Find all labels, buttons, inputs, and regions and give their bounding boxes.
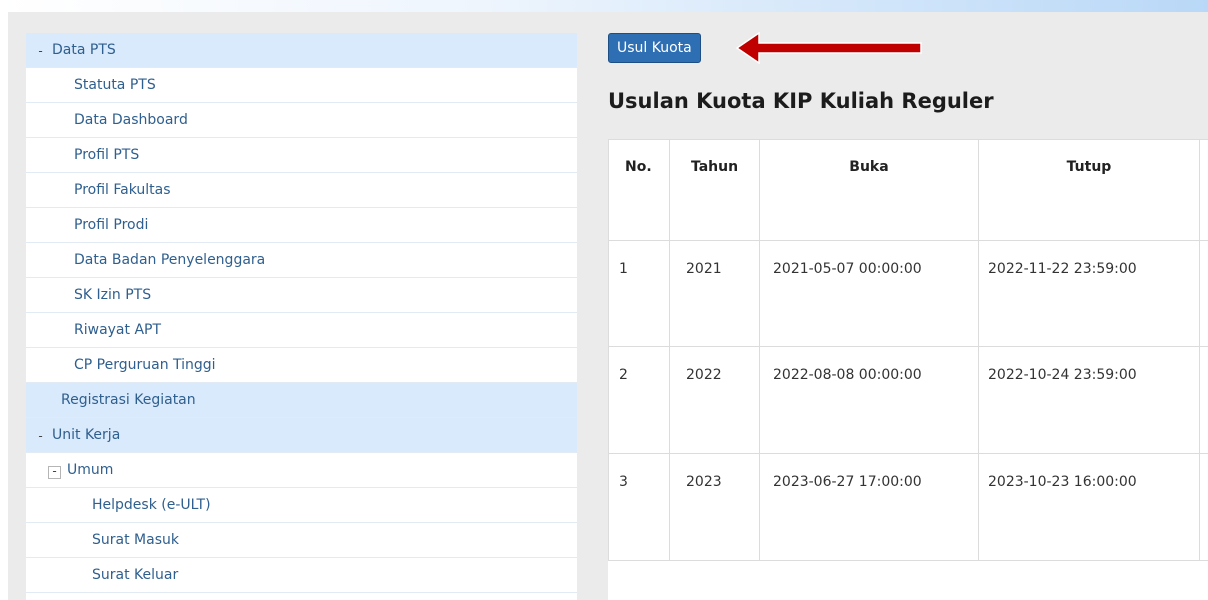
sidebar-item-surat-masuk[interactable]: Surat Masuk: [26, 523, 577, 558]
collapse-icon[interactable]: -: [35, 45, 46, 58]
sidebar-item-label: Surat Masuk: [92, 532, 179, 548]
sidebar-item-cp-perguruan-tinggi[interactable]: CP Perguruan Tinggi: [26, 348, 577, 383]
red-arrow-icon: [735, 31, 922, 65]
table-row: 3 2023 2023-06-27 17:00:00 2023-10-23 16…: [608, 453, 1208, 561]
cell-tahun: 2021: [669, 240, 760, 347]
table-row: 2 2022 2022-08-08 00:00:00 2022-10-24 23…: [608, 346, 1208, 454]
kuota-table-container: No. Tahun Buka Tutup 1 2021 2021-05-07 0…: [608, 139, 1208, 600]
sidebar-item-label: Profil PTS: [74, 147, 140, 163]
kuota-table: No. Tahun Buka Tutup 1 2021 2021-05-07 0…: [608, 139, 1208, 561]
sidebar-item-label: SK Izin PTS: [74, 287, 152, 303]
sidebar-item-umum[interactable]: - Umum: [26, 453, 577, 488]
sidebar-item-profil-fakultas[interactable]: Profil Fakultas: [26, 173, 577, 208]
collapse-icon[interactable]: -: [48, 465, 61, 479]
cell-extra: [1199, 453, 1208, 561]
cell-tahun: 2022: [669, 346, 760, 454]
cell-tutup: 2022-11-22 23:59:00: [978, 240, 1200, 347]
cell-no: 3: [608, 453, 670, 561]
sidebar-nav: - Data PTS Statuta PTS Data Dashboard Pro…: [26, 33, 577, 600]
column-header-no: No.: [608, 139, 670, 241]
sidebar-item-data-badan-penyelenggara[interactable]: Data Badan Penyelenggara: [26, 243, 577, 278]
table-row: 1 2021 2021-05-07 00:00:00 2022-11-22 23…: [608, 240, 1208, 347]
sidebar-item-label: Profil Prodi: [74, 217, 149, 233]
sidebar-item-unit-kerja[interactable]: - Unit Kerja: [26, 418, 577, 453]
sidebar-item-label: Data PTS: [52, 42, 116, 58]
sidebar-item-helpdesk[interactable]: Helpdesk (e-ULT): [26, 488, 577, 523]
sidebar-item-label: CP Perguruan Tinggi: [74, 357, 216, 373]
cell-tutup: 2023-10-23 16:00:00: [978, 453, 1200, 561]
cell-no: 2: [608, 346, 670, 454]
cell-no: 1: [608, 240, 670, 347]
arrow-shape: [735, 31, 922, 65]
sidebar-item-label: Data Dashboard: [74, 112, 188, 128]
column-header-tutup: Tutup: [978, 139, 1200, 241]
sidebar-item-label: Surat Keluar: [92, 567, 179, 583]
sidebar-item-riwayat-apt[interactable]: Riwayat APT: [26, 313, 577, 348]
sidebar-item-registrasi-kegiatan[interactable]: Registrasi Kegiatan: [26, 383, 577, 418]
sidebar-item-label: Statuta PTS: [74, 77, 156, 93]
cell-buka: 2023-06-27 17:00:00: [759, 453, 979, 561]
sidebar-item-data-pts[interactable]: - Data PTS: [26, 33, 577, 68]
sidebar-item-data-dashboard[interactable]: Data Dashboard: [26, 103, 577, 138]
table-header-row: No. Tahun Buka Tutup: [608, 139, 1208, 241]
sidebar-item-label: Helpdesk (e-ULT): [92, 497, 211, 513]
cell-tutup: 2022-10-24 23:59:00: [978, 346, 1200, 454]
sidebar-item-profil-pts[interactable]: Profil PTS: [26, 138, 577, 173]
column-header-extra: [1199, 139, 1208, 241]
sidebar-item-sk-izin-pts[interactable]: SK Izin PTS: [26, 278, 577, 313]
sidebar-item-statuta-pts[interactable]: Statuta PTS: [26, 68, 577, 103]
sidebar-item-label: Profil Fakultas: [74, 182, 171, 198]
cell-extra: [1199, 346, 1208, 454]
sidebar-item-label: Umum: [67, 462, 114, 478]
page-title: Usulan Kuota KIP Kuliah Reguler: [608, 89, 994, 113]
sidebar-item-label: Registrasi Kegiatan: [61, 392, 196, 408]
sidebar-item-surat-keluar[interactable]: Surat Keluar: [26, 558, 577, 593]
sidebar-item-profil-prodi[interactable]: Profil Prodi: [26, 208, 577, 243]
cell-buka: 2021-05-07 00:00:00: [759, 240, 979, 347]
column-header-tahun: Tahun: [669, 139, 760, 241]
collapse-icon[interactable]: -: [35, 430, 46, 443]
cell-extra: [1199, 240, 1208, 347]
sidebar-item-label: Riwayat APT: [74, 322, 162, 338]
sidebar-item-label: Unit Kerja: [52, 427, 121, 443]
top-gradient-bar: [0, 0, 1208, 12]
column-header-buka: Buka: [759, 139, 979, 241]
sidebar-item-label: Data Badan Penyelenggara: [74, 252, 266, 268]
cell-buka: 2022-08-08 00:00:00: [759, 346, 979, 454]
usul-kuota-button[interactable]: Usul Kuota: [608, 33, 701, 63]
cell-tahun: 2023: [669, 453, 760, 561]
